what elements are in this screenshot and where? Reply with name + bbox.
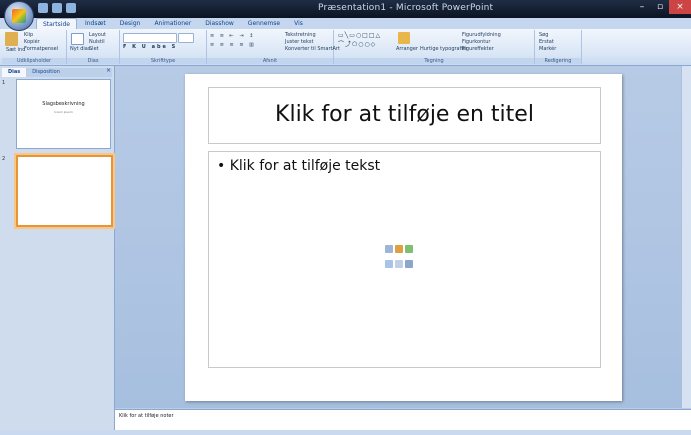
- paragraph-group: ≡ ≡ ⇤ ⇥ ↕ ≡ ≡ ≡ ≡ ▥ Tekstretning Juster …: [207, 30, 340, 64]
- title-placeholder-text: Klik for at tilføje en titel: [275, 102, 534, 127]
- minimize-button[interactable]: –: [633, 0, 651, 14]
- tab-design[interactable]: Design: [114, 18, 147, 29]
- window-controls: – ▫ ×: [633, 0, 691, 14]
- vertical-scrollbar[interactable]: [681, 66, 691, 408]
- slide-number: 1: [2, 80, 6, 86]
- editing-group: Søg Erstat Markér Redigering: [535, 30, 582, 64]
- tab-review[interactable]: Gennemse: [242, 18, 286, 29]
- font-label: Skrifttype: [120, 58, 206, 64]
- close-button[interactable]: ×: [669, 0, 691, 14]
- select-button[interactable]: Markér: [539, 46, 556, 52]
- clipart-icon[interactable]: [395, 260, 403, 268]
- media-icon[interactable]: [405, 260, 413, 268]
- shapes-gallery-row2[interactable]: ⌒⤴⬠○○◇: [338, 39, 376, 48]
- paste-icon[interactable]: [5, 32, 18, 46]
- editing-label: Redigering: [535, 58, 581, 64]
- office-button[interactable]: [4, 1, 34, 31]
- chart-icon[interactable]: [395, 245, 403, 253]
- font-format-buttons[interactable]: F K U abe S: [123, 44, 177, 50]
- font-group: F K U abe S Skrifttype: [120, 30, 207, 64]
- new-slide-icon[interactable]: [71, 33, 84, 45]
- table-icon[interactable]: [385, 245, 393, 253]
- slide-thumbnail-1[interactable]: Slagsbeskrivning lorem ipsum: [16, 79, 111, 149]
- slide-number: 2: [2, 156, 6, 162]
- thumbnail-title: Slagsbeskrivning: [42, 101, 85, 107]
- slides-group: Nyt dias Layout Nulstil Slet Dias: [67, 30, 120, 64]
- paste-button[interactable]: Sæt ind: [6, 47, 25, 53]
- convert-smartart-button[interactable]: Konverter til SmartArt: [285, 46, 340, 52]
- tab-animations[interactable]: Animationer: [148, 18, 197, 29]
- save-icon[interactable]: [38, 3, 48, 13]
- slides-panel: Dias Disposition × 1 Slagsbeskrivning lo…: [0, 66, 115, 430]
- drawing-group: ▭╲▭○□□△ ⌒⤴⬠○○◇ Arranger Hurtige typograf…: [334, 30, 535, 64]
- notes-pane[interactable]: Klik for at tilføje noter: [115, 409, 691, 431]
- tab-slideshow[interactable]: Diasshow: [199, 18, 240, 29]
- ribbon-tabs: Startside Indsæt Design Animationer Dias…: [0, 18, 691, 30]
- shape-effects-button[interactable]: Figureffekter: [462, 46, 494, 52]
- office-logo-icon: [12, 9, 26, 23]
- clipboard-label: Udklipsholder: [2, 58, 66, 64]
- drawing-label: Tegning: [334, 58, 534, 64]
- body-placeholder-text: • Klik for at tilføje tekst: [217, 158, 381, 174]
- quick-styles-button[interactable]: Hurtige typografier: [420, 46, 468, 52]
- layout-button[interactable]: Layout: [89, 32, 106, 38]
- close-icon[interactable]: ×: [106, 67, 111, 74]
- shapes-gallery[interactable]: ▭╲▭○□□△: [338, 32, 381, 39]
- tab-outline[interactable]: Disposition: [26, 68, 66, 77]
- title-placeholder[interactable]: Klik for at tilføje en titel: [208, 87, 601, 144]
- shape-fill-button[interactable]: Figurudfyldning: [462, 32, 501, 38]
- slide-canvas[interactable]: Klik for at tilføje en titel • Klik for …: [185, 74, 622, 401]
- arrange-icon[interactable]: [398, 32, 410, 44]
- cut-button[interactable]: Klip: [24, 32, 33, 38]
- status-bar: [0, 430, 691, 435]
- copy-button[interactable]: Kopiér: [24, 39, 40, 45]
- reset-button[interactable]: Nulstil: [89, 39, 105, 45]
- redo-icon[interactable]: [66, 3, 76, 13]
- arrange-button[interactable]: Arranger: [396, 46, 418, 52]
- panel-tabs: Dias Disposition: [2, 68, 112, 77]
- replace-button[interactable]: Erstat: [539, 39, 554, 45]
- find-button[interactable]: Søg: [539, 32, 548, 38]
- slides-label: Dias: [67, 58, 119, 64]
- tab-slides[interactable]: Dias: [2, 68, 27, 77]
- thumbnail-subtitle: lorem ipsum: [54, 110, 73, 114]
- content-placeholder[interactable]: • Klik for at tilføje tekst: [208, 151, 601, 368]
- paragraph-label: Afsnit: [207, 58, 333, 64]
- content-insert-icons: [385, 245, 413, 273]
- window-title: Præsentation1 - Microsoft PowerPoint: [318, 3, 494, 13]
- smartart-icon[interactable]: [405, 245, 413, 253]
- quick-access-toolbar: [38, 3, 76, 13]
- title-bar: Præsentation1 - Microsoft PowerPoint – ▫…: [0, 0, 691, 18]
- maximize-button[interactable]: ▫: [651, 0, 669, 14]
- font-name-input[interactable]: [123, 33, 177, 43]
- format-painter-button[interactable]: Formatpensel: [24, 46, 58, 52]
- ribbon: Sæt ind Klip Kopiér Formatpensel Udklips…: [0, 29, 691, 66]
- new-slide-button[interactable]: Nyt dias: [70, 46, 90, 52]
- tab-insert[interactable]: Indsæt: [79, 18, 112, 29]
- delete-button[interactable]: Slet: [89, 46, 99, 52]
- list-buttons[interactable]: ≡ ≡ ⇤ ⇥ ↕: [210, 33, 255, 39]
- align-buttons[interactable]: ≡ ≡ ≡ ≡ ▥: [210, 42, 256, 48]
- slide-thumbnail-2[interactable]: [16, 155, 113, 227]
- align-text-button[interactable]: Juster tekst: [285, 39, 313, 45]
- shape-outline-button[interactable]: Figurkontur: [462, 39, 490, 45]
- undo-icon[interactable]: [52, 3, 62, 13]
- tab-view[interactable]: Vis: [288, 18, 309, 29]
- text-direction-button[interactable]: Tekstretning: [285, 32, 316, 38]
- notes-placeholder: Klik for at tilføje noter: [119, 413, 174, 419]
- clipboard-group: Sæt ind Klip Kopiér Formatpensel Udklips…: [2, 30, 67, 64]
- font-size-input[interactable]: [178, 33, 194, 43]
- picture-icon[interactable]: [385, 260, 393, 268]
